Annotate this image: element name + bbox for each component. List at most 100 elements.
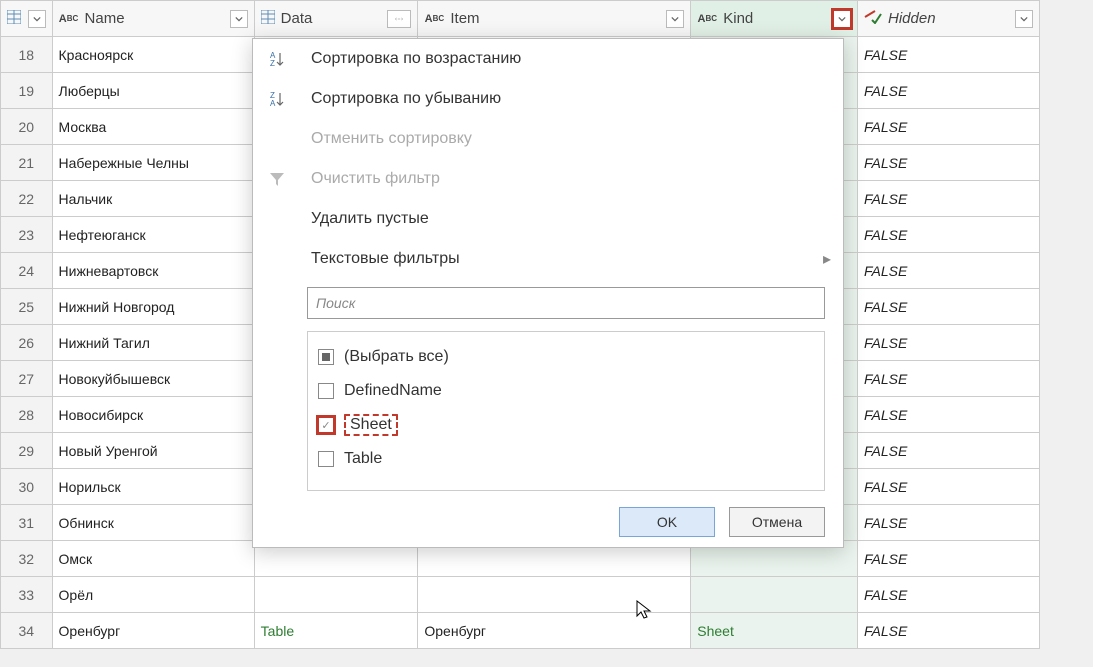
cell-item[interactable]: Оренбург xyxy=(418,613,691,649)
column-label: Kind xyxy=(723,10,753,27)
cell-name[interactable]: Нижний Новгород xyxy=(52,289,254,325)
button-label: Отмена xyxy=(752,514,802,530)
cancel-button[interactable]: Отмена xyxy=(729,507,825,537)
filter-option-definedname[interactable]: DefinedName xyxy=(318,374,814,408)
table-row[interactable]: 34ОренбургTableОренбургSheetFALSE xyxy=(1,613,1040,649)
option-label: DefinedName xyxy=(344,382,442,400)
sort-descending[interactable]: ZA Сортировка по убыванию xyxy=(253,79,843,119)
cell-hidden[interactable]: FALSE xyxy=(858,577,1040,613)
option-label: (Выбрать все) xyxy=(344,348,449,366)
cell-kind[interactable] xyxy=(691,577,858,613)
clear-filter: Очистить фильтр xyxy=(253,159,843,199)
text-type-icon: ABC xyxy=(697,9,717,29)
cell-item[interactable] xyxy=(418,577,691,613)
expand-icon[interactable] xyxy=(387,10,411,28)
ok-button[interactable]: OK xyxy=(619,507,715,537)
cell-hidden[interactable]: FALSE xyxy=(858,325,1040,361)
row-number: 21 xyxy=(1,145,53,181)
cell-name[interactable]: Красноярск xyxy=(52,37,254,73)
cell-name[interactable]: Омск xyxy=(52,541,254,577)
dropdown-icon[interactable] xyxy=(833,10,851,28)
dropdown-icon[interactable] xyxy=(1015,10,1033,28)
menu-label: Удалить пустые xyxy=(311,210,429,228)
cell-hidden[interactable]: FALSE xyxy=(858,469,1040,505)
filter-option-sheet[interactable]: Sheet xyxy=(318,408,814,442)
cell-hidden[interactable]: FALSE xyxy=(858,613,1040,649)
cell-name[interactable]: Орёл xyxy=(52,577,254,613)
text-type-icon: ABC xyxy=(424,9,444,29)
cell-name[interactable]: Нефтеюганск xyxy=(52,217,254,253)
menu-label: Отменить сортировку xyxy=(311,130,472,148)
remove-empty[interactable]: Удалить пустые xyxy=(253,199,843,239)
sort-ascending[interactable]: AZ Сортировка по возрастанию xyxy=(253,39,843,79)
cell-name[interactable]: Нижний Тагил xyxy=(52,325,254,361)
table-row[interactable]: 33Орёл FALSE xyxy=(1,577,1040,613)
checkbox-unchecked[interactable] xyxy=(318,451,334,467)
svg-text:Z: Z xyxy=(270,59,275,68)
cell-name[interactable]: Нижневартовск xyxy=(52,253,254,289)
cell-data[interactable] xyxy=(254,577,418,613)
cell-name[interactable]: Оренбург xyxy=(52,613,254,649)
column-header-rownum[interactable] xyxy=(1,1,53,37)
cell-name[interactable]: Новый Уренгой xyxy=(52,433,254,469)
cell-name[interactable]: Люберцы xyxy=(52,73,254,109)
cell-name[interactable]: Обнинск xyxy=(52,505,254,541)
cell-kind[interactable]: Sheet xyxy=(691,613,858,649)
search-input[interactable]: Поиск xyxy=(307,287,825,319)
sort-asc-icon: AZ xyxy=(257,50,297,68)
dropdown-icon[interactable] xyxy=(230,10,248,28)
submenu-arrow-icon: ▸ xyxy=(823,249,831,269)
column-header-hidden[interactable]: Hidden xyxy=(858,1,1040,37)
cell-name[interactable]: Новокуйбышевск xyxy=(52,361,254,397)
cell-hidden[interactable]: FALSE xyxy=(858,433,1040,469)
cell-hidden[interactable]: FALSE xyxy=(858,397,1040,433)
table-icon xyxy=(261,10,275,28)
row-number: 29 xyxy=(1,433,53,469)
cell-hidden[interactable]: FALSE xyxy=(858,37,1040,73)
row-number: 31 xyxy=(1,505,53,541)
row-number: 32 xyxy=(1,541,53,577)
cell-hidden[interactable]: FALSE xyxy=(858,289,1040,325)
text-type-icon: ABC xyxy=(59,9,79,29)
text-filters[interactable]: Текстовые фильтры ▸ xyxy=(253,239,843,279)
table-icon xyxy=(7,10,21,28)
sort-desc-icon: ZA xyxy=(257,90,297,108)
cell-hidden[interactable]: FALSE xyxy=(858,181,1040,217)
filter-option-table[interactable]: Table xyxy=(318,442,814,476)
row-number: 30 xyxy=(1,469,53,505)
cell-hidden[interactable]: FALSE xyxy=(858,145,1040,181)
cell-data[interactable]: Table xyxy=(254,613,418,649)
row-number: 24 xyxy=(1,253,53,289)
dropdown-icon[interactable] xyxy=(28,10,46,28)
checkbox-unchecked[interactable] xyxy=(318,383,334,399)
dropdown-icon[interactable] xyxy=(666,10,684,28)
cell-name[interactable]: Новосибирск xyxy=(52,397,254,433)
cell-hidden[interactable]: FALSE xyxy=(858,253,1040,289)
column-label: Hidden xyxy=(888,10,936,27)
row-number: 33 xyxy=(1,577,53,613)
cell-name[interactable]: Набережные Челны xyxy=(52,145,254,181)
column-label: Name xyxy=(85,10,125,27)
menu-label: Очистить фильтр xyxy=(311,170,440,188)
cell-hidden[interactable]: FALSE xyxy=(858,541,1040,577)
column-header-data[interactable]: Data xyxy=(254,1,418,37)
checkbox-checked[interactable] xyxy=(318,417,334,433)
row-number: 19 xyxy=(1,73,53,109)
cell-name[interactable]: Москва xyxy=(52,109,254,145)
cell-hidden[interactable]: FALSE xyxy=(858,217,1040,253)
search-placeholder: Поиск xyxy=(316,295,355,311)
cell-hidden[interactable]: FALSE xyxy=(858,505,1040,541)
cell-hidden[interactable]: FALSE xyxy=(858,109,1040,145)
svg-text:A: A xyxy=(270,99,276,108)
filter-option-select-all[interactable]: (Выбрать все) xyxy=(318,340,814,374)
column-header-kind[interactable]: ABC Kind xyxy=(691,1,858,37)
option-label: Table xyxy=(344,450,382,468)
cell-name[interactable]: Норильск xyxy=(52,469,254,505)
column-header-name[interactable]: ABC Name xyxy=(52,1,254,37)
checkbox-indeterminate[interactable] xyxy=(318,349,334,365)
cell-name[interactable]: Нальчик xyxy=(52,181,254,217)
column-header-item[interactable]: ABC Item xyxy=(418,1,691,37)
cell-hidden[interactable]: FALSE xyxy=(858,73,1040,109)
cell-hidden[interactable]: FALSE xyxy=(858,361,1040,397)
funnel-icon xyxy=(257,170,297,188)
